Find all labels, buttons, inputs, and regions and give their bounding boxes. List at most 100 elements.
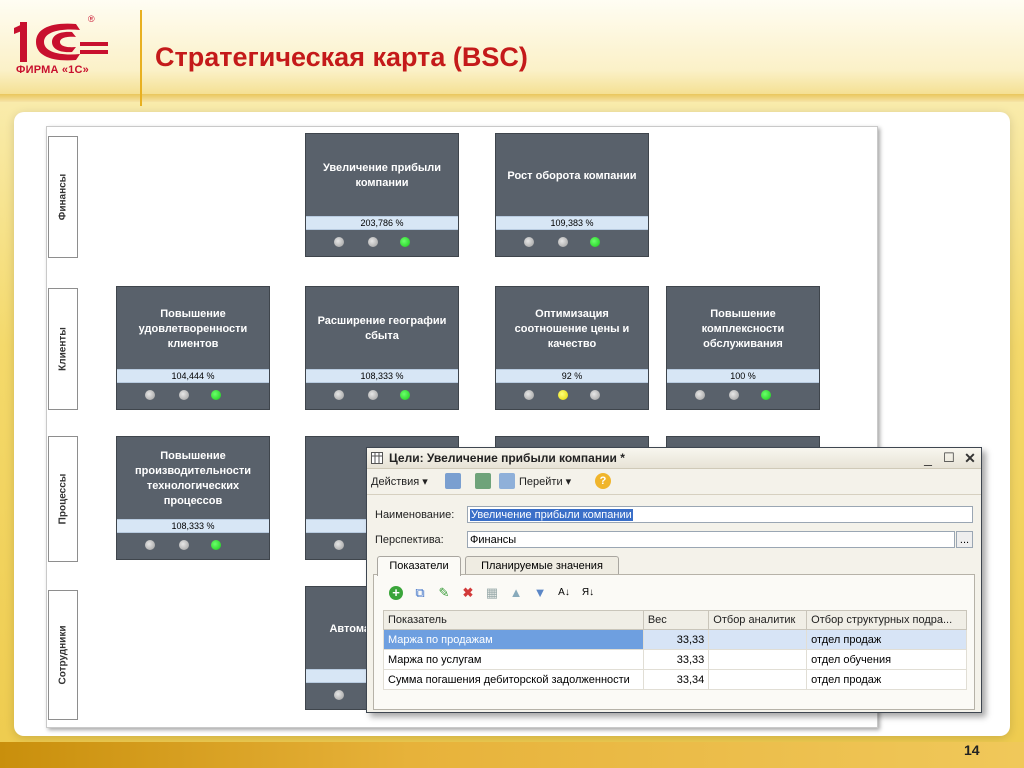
cell-analytics[interactable] xyxy=(708,669,808,690)
goal-status-lights xyxy=(117,535,269,555)
cell-indicator[interactable]: Маржа по продажам xyxy=(383,629,644,650)
status-light-green-icon xyxy=(590,237,600,247)
status-light-green-icon xyxy=(211,540,221,550)
status-light-off-icon xyxy=(368,390,378,400)
goal-box[interactable]: Повышение удовлетворенности клиентов 104… xyxy=(116,286,270,410)
goal-title: Повышение удовлетворенности клиентов xyxy=(138,307,248,350)
column-header-structure-filter[interactable]: Отбор структурных подра... xyxy=(806,610,967,630)
cell-structure[interactable]: отдел обучения xyxy=(806,649,967,670)
status-light-off-icon xyxy=(524,237,534,247)
lane-processes: Процессы xyxy=(48,436,78,562)
goto-menu[interactable]: Перейти ▾ xyxy=(519,473,571,491)
goal-title: Повышение комплексности обслуживания xyxy=(701,307,785,350)
cell-indicator[interactable]: Маржа по услугам xyxy=(383,649,644,670)
goal-box[interactable]: Повышение производительности технологиче… xyxy=(116,436,270,560)
goal-box[interactable]: Оптимизация соотношение цены и качество … xyxy=(495,286,649,410)
refresh-icon[interactable] xyxy=(475,473,491,489)
table-row[interactable]: Сумма погашения дебиторской задолженност… xyxy=(383,669,967,690)
header-underline xyxy=(0,94,1024,102)
status-light-green-icon xyxy=(211,390,221,400)
company-name: ФИРМА «1С» xyxy=(16,64,89,76)
goal-title: Оптимизация соотношение цены и качество xyxy=(514,307,630,350)
goal-percent: 100 % xyxy=(667,369,819,383)
registered-mark: ® xyxy=(88,14,95,24)
edit-pencil-icon[interactable]: ✎ xyxy=(437,586,451,600)
goal-box[interactable]: Расширение географии сбыта 108,333 % xyxy=(305,286,459,410)
cell-weight[interactable]: 33,33 xyxy=(642,649,710,670)
status-light-off-icon xyxy=(145,390,155,400)
status-light-off-icon xyxy=(334,690,344,700)
end-edit-icon[interactable]: ▦ xyxy=(485,586,499,600)
help-icon[interactable]: ? xyxy=(595,473,611,489)
column-header-weight[interactable]: Вес xyxy=(642,610,710,630)
cell-weight[interactable]: 33,34 xyxy=(642,669,710,690)
table-row[interactable]: Маржа по продажам 33,33 отдел продаж xyxy=(383,629,967,650)
save-icon[interactable] xyxy=(445,473,461,489)
status-light-green-icon xyxy=(400,390,410,400)
goal-status-lights xyxy=(117,385,269,405)
perspective-label: Перспектива: xyxy=(375,534,444,546)
goal-percent: 104,444 % xyxy=(117,369,269,383)
slide-title: Стратегическая карта (BSC) xyxy=(155,42,528,72)
cell-weight[interactable]: 33,33 xyxy=(642,629,710,650)
cell-analytics[interactable] xyxy=(708,629,808,650)
status-light-green-icon xyxy=(761,390,771,400)
lane-clients-label: Клиенты xyxy=(57,327,69,371)
move-up-icon[interactable]: ▲ xyxy=(509,586,523,600)
goal-box[interactable]: Увеличение прибыли компании 203,786 % xyxy=(305,133,459,257)
tab-planned-values[interactable]: Планируемые значения xyxy=(465,556,619,575)
goal-status-lights xyxy=(667,385,819,405)
goal-percent: 108,333 % xyxy=(117,519,269,533)
goal-box[interactable]: Повышение комплексности обслуживания 100… xyxy=(666,286,820,410)
lane-employees-label: Сотрудники xyxy=(57,625,69,685)
close-icon[interactable]: ✕ xyxy=(961,449,979,467)
minimize-icon[interactable]: _ xyxy=(919,449,937,467)
copy-icon[interactable]: ⧉ xyxy=(413,586,427,600)
perspective-select-button[interactable]: ... xyxy=(956,531,973,548)
name-field[interactable]: Увеличение прибыли компании xyxy=(467,506,973,523)
cell-structure[interactable]: отдел продаж xyxy=(806,669,967,690)
delete-icon[interactable]: ✖ xyxy=(461,586,475,600)
lane-finance: Финансы xyxy=(48,136,78,258)
goal-percent: 109,383 % xyxy=(496,216,648,230)
page-number: 14 xyxy=(964,742,980,758)
goal-status-lights xyxy=(496,232,648,252)
status-light-off-icon xyxy=(179,540,189,550)
document-icon[interactable] xyxy=(499,473,515,489)
name-label: Наименование: xyxy=(375,509,455,521)
sort-descending-icon[interactable]: Я↓ xyxy=(581,586,595,600)
goal-percent: 203,786 % xyxy=(306,216,458,230)
column-header-indicator[interactable]: Показатель xyxy=(383,610,644,630)
perspective-field[interactable]: Финансы xyxy=(467,531,955,548)
goal-title: Увеличение прибыли компании xyxy=(322,162,442,189)
goal-title: Расширение географии сбыта xyxy=(317,315,447,342)
maximize-icon[interactable]: ☐ xyxy=(940,449,958,467)
status-light-off-icon xyxy=(558,237,568,247)
lane-clients: Клиенты xyxy=(48,288,78,410)
goal-title: Рост оборота компании xyxy=(507,169,637,182)
table-row[interactable]: Маржа по услугам 33,33 отдел обучения xyxy=(383,649,967,670)
column-header-analytics-filter[interactable]: Отбор аналитик xyxy=(708,610,808,630)
sort-ascending-icon[interactable]: A↓ xyxy=(557,586,571,600)
dialog-titlebar[interactable]: Цели: Увеличение прибыли компании * _ ☐ … xyxy=(367,448,981,469)
move-down-icon[interactable]: ▼ xyxy=(533,586,547,600)
name-field-value: Увеличение прибыли компании xyxy=(470,509,633,521)
goal-status-lights xyxy=(306,385,458,405)
goal-status-lights xyxy=(306,232,458,252)
status-light-off-icon xyxy=(368,237,378,247)
goal-status-lights xyxy=(496,385,648,405)
goal-percent: 108,333 % xyxy=(306,369,458,383)
goal-percent: 92 % xyxy=(496,369,648,383)
tab-indicators[interactable]: Показатели xyxy=(377,556,461,576)
status-light-off-icon xyxy=(145,540,155,550)
cell-structure[interactable]: отдел продаж xyxy=(806,629,967,650)
table-icon xyxy=(371,452,383,464)
header-divider xyxy=(140,10,142,106)
cell-indicator[interactable]: Сумма погашения дебиторской задолженност… xyxy=(383,669,644,690)
actions-menu[interactable]: Действия ▾ xyxy=(371,473,428,491)
add-icon[interactable]: + xyxy=(389,586,403,600)
goal-box[interactable]: Рост оборота компании 109,383 % xyxy=(495,133,649,257)
status-light-off-icon xyxy=(179,390,189,400)
cell-analytics[interactable] xyxy=(708,649,808,670)
goal-title: Повышение производительности технологиче… xyxy=(135,450,251,507)
